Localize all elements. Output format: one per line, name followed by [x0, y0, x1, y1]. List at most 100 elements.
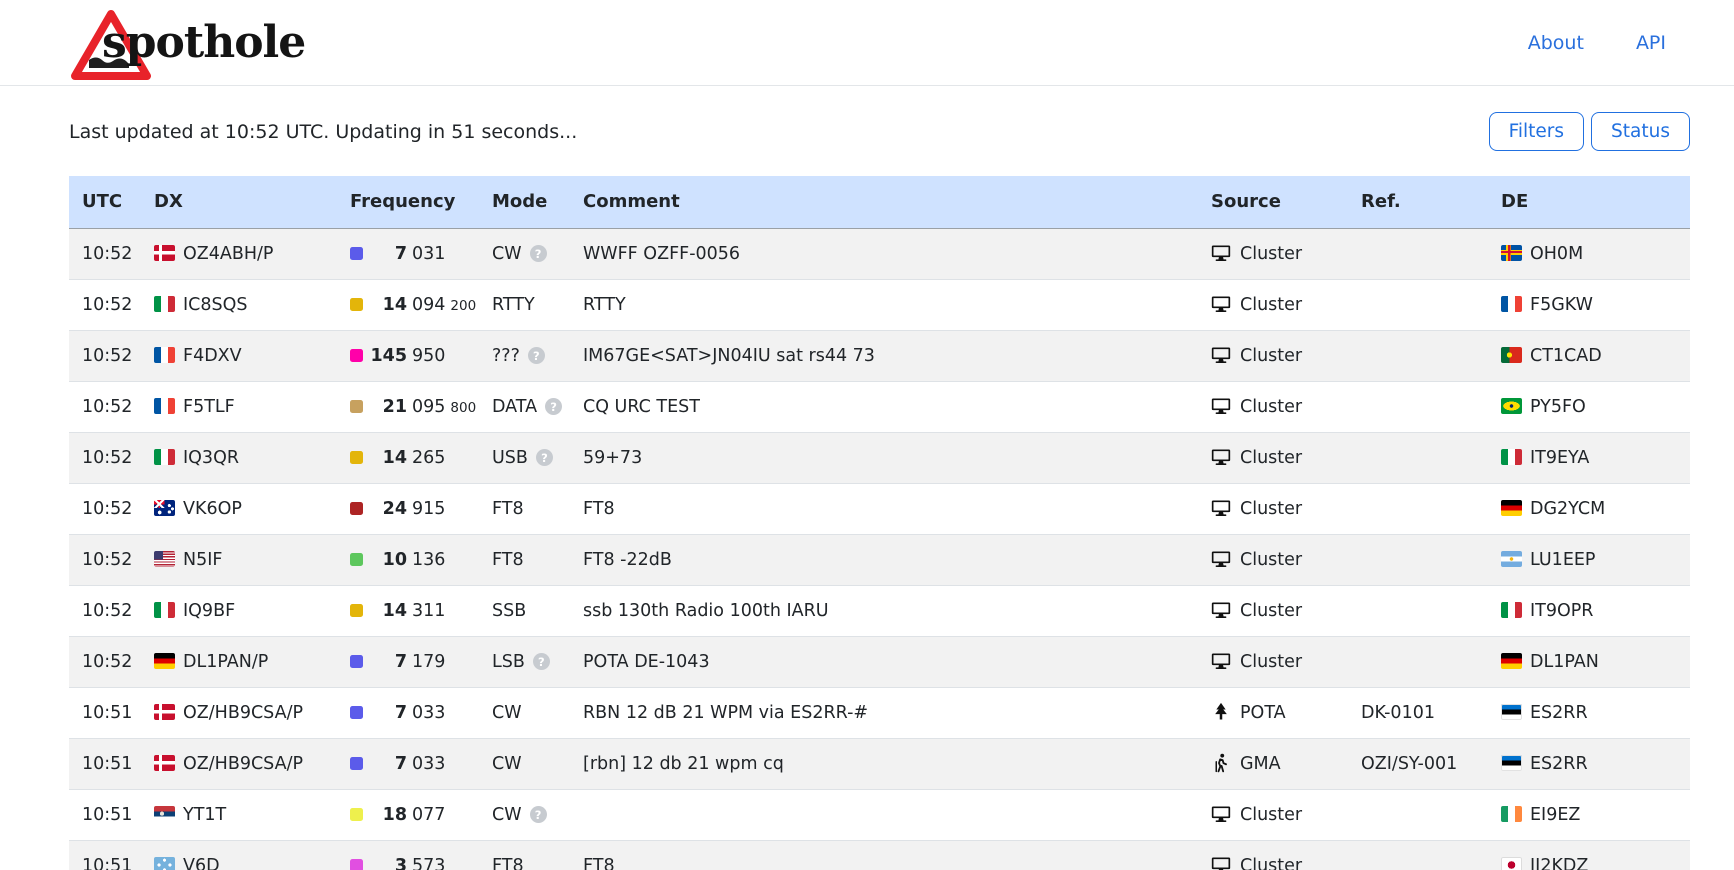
de-callsign-link[interactable]: LU1EEP	[1530, 550, 1596, 570]
logo[interactable]: spothole	[69, 4, 305, 82]
spots-table-body: 10:52OZ4ABH/P7031CW?WWFF OZFF-0056Cluste…	[69, 228, 1690, 870]
dx-callsign-link[interactable]: DL1PAN/P	[183, 652, 268, 672]
table-row: 10:51OZ/HB9CSA/P7033CWRBN 12 dB 21 WPM v…	[69, 687, 1690, 738]
dx-callsign-link[interactable]: N5IF	[183, 550, 222, 570]
dx-cell: F4DXV	[141, 330, 337, 381]
source-label: Cluster	[1240, 805, 1302, 825]
mode-cell: USB?	[479, 432, 570, 483]
utc-cell: 10:51	[69, 738, 141, 789]
fr-flag-icon	[1501, 296, 1522, 312]
dk-flag-icon	[154, 245, 175, 261]
mode-help-icon[interactable]: ?	[528, 347, 545, 364]
frequency-khz: 136	[412, 550, 445, 570]
dx-callsign-link[interactable]: F5TLF	[183, 397, 235, 417]
desktop-icon	[1211, 804, 1231, 824]
dx-callsign-link[interactable]: F4DXV	[183, 346, 242, 366]
mode-help-icon[interactable]: ?	[545, 398, 562, 415]
comment-cell: CQ URC TEST	[570, 381, 1198, 432]
de-flag-icon	[154, 653, 175, 669]
de-callsign-link[interactable]: PY5FO	[1530, 397, 1586, 417]
mode-cell: SSB	[479, 585, 570, 636]
frequency-mhz: 7	[363, 703, 407, 723]
nav-link-api[interactable]: API	[1636, 32, 1666, 54]
mode-cell: CW?	[479, 789, 570, 840]
dx-callsign-link[interactable]: IQ3QR	[183, 448, 239, 468]
status-button[interactable]: Status	[1591, 112, 1690, 151]
table-row: 10:52VK6OP24915FT8FT8ClusterDG2YCM	[69, 483, 1690, 534]
frequency-cell: 7033	[337, 738, 479, 789]
de-callsign-link[interactable]: IT9OPR	[1530, 601, 1593, 621]
table-row: 10:52N5IF10136FT8FT8 -22dBClusterLU1EEP	[69, 534, 1690, 585]
utc-cell: 10:52	[69, 381, 141, 432]
source-label: Cluster	[1240, 652, 1302, 672]
source-label: Cluster	[1240, 499, 1302, 519]
source-cell: Cluster	[1198, 279, 1348, 330]
frequency-cell: 7031	[337, 228, 479, 279]
mode-help-icon[interactable]: ?	[536, 449, 553, 466]
de-cell: CT1CAD	[1488, 330, 1690, 381]
site-header: spothole About API	[0, 0, 1734, 86]
mode-label: ???	[492, 346, 520, 366]
de-callsign-link[interactable]: ES2RR	[1530, 754, 1588, 774]
de-callsign-link[interactable]: OH0M	[1530, 244, 1583, 264]
frequency-mhz: 14	[363, 295, 407, 315]
frequency-khz: 311	[412, 601, 445, 621]
source-cell: Cluster	[1198, 585, 1348, 636]
source-cell: Cluster	[1198, 840, 1348, 870]
dx-cell: VK6OP	[141, 483, 337, 534]
desktop-icon	[1211, 447, 1231, 467]
dx-cell: YT1T	[141, 789, 337, 840]
table-row: 10:52F5TLF21095800DATA?CQ URC TESTCluste…	[69, 381, 1690, 432]
band-color-square	[350, 706, 363, 719]
ref-cell: OZI/SY-001	[1348, 738, 1488, 789]
utc-cell: 10:51	[69, 687, 141, 738]
column-header-mode: Mode	[479, 176, 570, 228]
mode-help-icon[interactable]: ?	[530, 245, 547, 262]
de-callsign-link[interactable]: JI2KDZ	[1530, 856, 1588, 870]
mode-cell: ????	[479, 330, 570, 381]
frequency-khz: 077	[412, 805, 445, 825]
frequency-mhz: 7	[363, 652, 407, 672]
ref-cell	[1348, 534, 1488, 585]
de-cell: DG2YCM	[1488, 483, 1690, 534]
de-callsign-link[interactable]: CT1CAD	[1530, 346, 1602, 366]
de-cell: EI9EZ	[1488, 789, 1690, 840]
filters-button[interactable]: Filters	[1489, 112, 1584, 151]
dx-callsign-link[interactable]: OZ4ABH/P	[183, 244, 273, 264]
source-label: Cluster	[1240, 397, 1302, 417]
fm-flag-icon	[154, 857, 175, 870]
mode-label: CW	[492, 703, 522, 723]
ax-flag-icon	[1501, 245, 1522, 261]
tree-icon	[1211, 702, 1231, 722]
dx-cell: OZ/HB9CSA/P	[141, 738, 337, 789]
mode-help-icon[interactable]: ?	[530, 806, 547, 823]
de-callsign-link[interactable]: DL1PAN	[1530, 652, 1599, 672]
de-callsign-link[interactable]: ES2RR	[1530, 703, 1588, 723]
column-header-dx: DX	[141, 176, 337, 228]
mode-help-icon[interactable]: ?	[533, 653, 550, 670]
de-callsign-link[interactable]: F5GKW	[1530, 295, 1593, 315]
dx-callsign-link[interactable]: IC8SQS	[183, 295, 248, 315]
top-nav: About API	[1528, 32, 1688, 54]
frequency-mhz: 14	[363, 601, 407, 621]
ie-flag-icon	[1501, 806, 1522, 822]
dx-callsign-link[interactable]: V6D	[183, 856, 220, 870]
nav-link-about[interactable]: About	[1528, 32, 1584, 54]
spots-table-header: UTC DX Frequency Mode Comment Source Ref…	[69, 176, 1690, 228]
dx-callsign-link[interactable]: OZ/HB9CSA/P	[183, 703, 303, 723]
mode-label: CW	[492, 805, 522, 825]
mode-cell: CW?	[479, 228, 570, 279]
table-row: 10:51OZ/HB9CSA/P7033CW[rbn] 12 db 21 wpm…	[69, 738, 1690, 789]
de-callsign-link[interactable]: DG2YCM	[1530, 499, 1605, 519]
de-callsign-link[interactable]: EI9EZ	[1530, 805, 1580, 825]
ref-cell	[1348, 279, 1488, 330]
de-cell: F5GKW	[1488, 279, 1690, 330]
mode-cell: DATA?	[479, 381, 570, 432]
frequency-khz: 031	[412, 244, 445, 264]
dx-callsign-link[interactable]: IQ9BF	[183, 601, 235, 621]
frequency-cell: 10136	[337, 534, 479, 585]
dx-callsign-link[interactable]: OZ/HB9CSA/P	[183, 754, 303, 774]
dx-callsign-link[interactable]: YT1T	[183, 805, 226, 825]
dx-callsign-link[interactable]: VK6OP	[183, 499, 242, 519]
de-callsign-link[interactable]: IT9EYA	[1530, 448, 1589, 468]
